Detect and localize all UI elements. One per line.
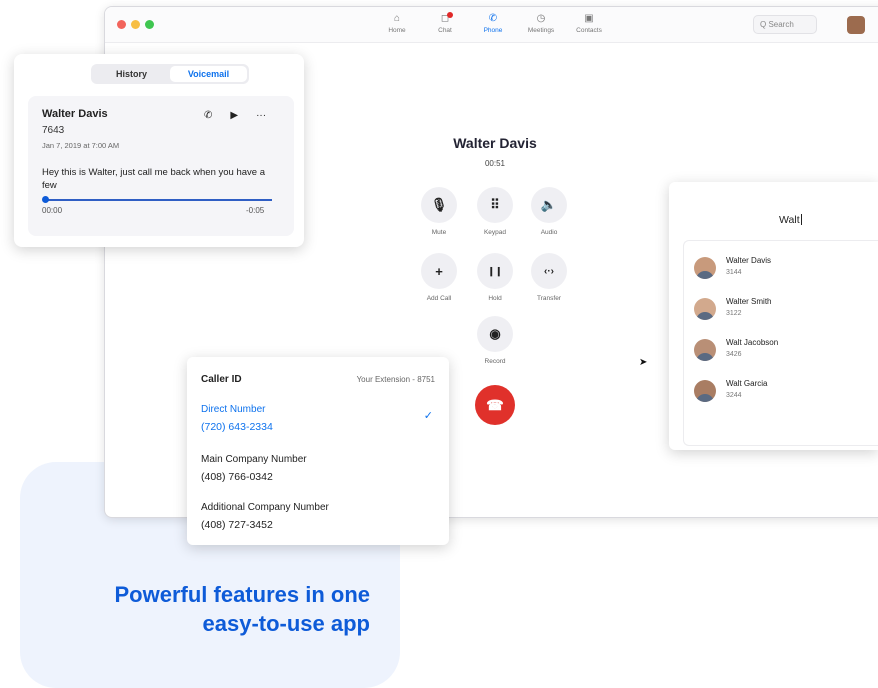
nav-phone-label: Phone bbox=[483, 27, 503, 34]
add-call-button[interactable]: + Add Call bbox=[409, 253, 469, 302]
nav-chat-label: Chat bbox=[438, 27, 452, 34]
nav-phone[interactable]: ✆ Phone bbox=[469, 11, 517, 34]
chat-icon: ◻ bbox=[441, 11, 454, 27]
record-button[interactable]: ◉ Record bbox=[465, 316, 525, 365]
pause-icon: ❙❙ bbox=[477, 253, 513, 289]
search-input[interactable]: Q Search bbox=[753, 15, 817, 34]
microphone-icon: 🎙 bbox=[421, 187, 457, 223]
transfer-icon: ‹·› bbox=[531, 253, 567, 289]
title-bar: ⌂ Home ◻ Chat ✆ Phone ◷ Meetings ▣ Conta… bbox=[105, 7, 878, 43]
audio-button[interactable]: 🔈 Audio bbox=[519, 187, 579, 236]
play-icon[interactable]: ▶ bbox=[230, 110, 238, 121]
caller-id-option-direct[interactable]: Direct Number (720) 643-2334 bbox=[201, 403, 273, 435]
playback-remaining: -0:05 bbox=[246, 206, 265, 215]
tagline: Powerful features in one easy-to-use app bbox=[30, 580, 371, 638]
caller-id-option-number: (720) 643-2334 bbox=[201, 421, 273, 433]
tab-voicemail[interactable]: Voicemail bbox=[170, 66, 247, 82]
caller-id-option-label: Additional Company Number bbox=[201, 502, 329, 513]
contact-name: Walter Smith bbox=[726, 297, 772, 306]
caller-name: Walter Davis bbox=[453, 135, 537, 151]
call-duration: 00:51 bbox=[484, 159, 506, 168]
voicemail-caller-name: Walter Davis bbox=[42, 108, 108, 120]
contact-search-input[interactable]: Walt bbox=[779, 214, 802, 226]
contact-extension: 3426 bbox=[726, 351, 742, 358]
mute-label: Mute bbox=[431, 229, 447, 236]
tagline-line-2: easy-to-use app bbox=[202, 611, 371, 636]
tab-history[interactable]: History bbox=[93, 66, 170, 82]
contact-extension: 3244 bbox=[726, 392, 742, 399]
audio-label: Audio bbox=[540, 229, 558, 236]
transfer-button[interactable]: ‹·› Transfer bbox=[519, 253, 579, 302]
caller-id-title: Caller ID bbox=[201, 374, 242, 385]
voicemail-actions: ✆ ▶ ··· bbox=[204, 110, 266, 121]
playback-elapsed: 00:00 bbox=[42, 206, 63, 215]
hang-up-icon: ☎ bbox=[486, 396, 504, 413]
maximize-window-button[interactable] bbox=[145, 20, 154, 29]
contact-name: Walt Jacobson bbox=[726, 338, 779, 347]
caller-id-option-number: (408) 727-3452 bbox=[201, 519, 273, 531]
home-icon: ⌂ bbox=[393, 13, 401, 24]
keypad-label: Keypad bbox=[483, 229, 507, 236]
check-icon: ✓ bbox=[423, 410, 433, 422]
voicemail-extension: 7643 bbox=[42, 125, 65, 136]
avatar bbox=[694, 298, 716, 320]
phone-icon[interactable]: ✆ bbox=[204, 110, 212, 121]
avatar[interactable] bbox=[847, 16, 865, 34]
contact-extension: 3122 bbox=[726, 310, 742, 317]
avatar bbox=[694, 257, 716, 279]
nav-chat[interactable]: ◻ Chat bbox=[421, 11, 469, 34]
record-label: Record bbox=[484, 358, 506, 365]
voicemail-transcript: Hey this is Walter, just call me back wh… bbox=[42, 167, 265, 191]
contacts-icon: ▣ bbox=[584, 13, 594, 24]
top-navigation: ⌂ Home ◻ Chat ✆ Phone ◷ Meetings ▣ Conta… bbox=[373, 11, 613, 34]
hold-button[interactable]: ❙❙ Hold bbox=[465, 253, 525, 302]
caller-id-option-label: Direct Number bbox=[201, 404, 266, 415]
tagline-line-1: Powerful features in one bbox=[114, 582, 371, 607]
voicemail-entry[interactable]: Walter Davis 7643 Jan 7, 2019 at 7:00 AM… bbox=[28, 96, 294, 236]
voicemail-date: Jan 7, 2019 at 7:00 AM bbox=[42, 141, 120, 150]
caller-id-option-additional[interactable]: Additional Company Number (408) 727-3452 bbox=[201, 501, 329, 533]
playback-progress-bar[interactable] bbox=[44, 199, 272, 201]
speaker-icon: 🔈 bbox=[531, 187, 567, 223]
add-call-label: Add Call bbox=[426, 295, 452, 302]
caller-id-panel: Caller ID Your Extension - 8751 Direct N… bbox=[187, 357, 449, 545]
nav-meetings-label: Meetings bbox=[527, 27, 555, 34]
nav-contacts[interactable]: ▣ Contacts bbox=[565, 11, 613, 34]
nav-contacts-label: Contacts bbox=[576, 27, 602, 34]
nav-home[interactable]: ⌂ Home bbox=[373, 11, 421, 34]
avatar bbox=[694, 339, 716, 361]
keypad-icon: ⠿ bbox=[477, 187, 513, 223]
playback-scrubber[interactable] bbox=[42, 196, 49, 203]
record-icon: ◉ bbox=[477, 316, 513, 352]
your-extension-label: Your Extension - 8751 bbox=[356, 375, 435, 384]
hold-label: Hold bbox=[488, 295, 502, 302]
unread-badge bbox=[447, 12, 454, 18]
contact-name: Walt Garcia bbox=[726, 379, 768, 388]
nav-meetings[interactable]: ◷ Meetings bbox=[517, 11, 565, 34]
keypad-button[interactable]: ⠿ Keypad bbox=[465, 187, 525, 236]
plus-icon: + bbox=[421, 253, 457, 289]
phone-icon: ✆ bbox=[488, 13, 498, 24]
nav-home-label: Home bbox=[388, 27, 406, 34]
more-icon[interactable]: ··· bbox=[256, 110, 266, 121]
caller-id-option-label: Main Company Number bbox=[201, 454, 307, 465]
voicemail-panel: History Voicemail Walter Davis 7643 Jan … bbox=[14, 54, 304, 247]
mute-button[interactable]: 🎙 Mute bbox=[409, 187, 469, 236]
caller-id-option-number: (408) 766-0342 bbox=[201, 471, 273, 483]
clock-icon: ◷ bbox=[536, 13, 546, 24]
end-call-button[interactable]: ☎ bbox=[475, 385, 515, 425]
close-window-button[interactable] bbox=[117, 20, 126, 29]
avatar bbox=[694, 380, 716, 402]
contact-search-panel: Walt Walter Davis 3144 Walter Smith 3122… bbox=[669, 182, 878, 450]
history-voicemail-toggle: History Voicemail bbox=[91, 64, 249, 84]
minimize-window-button[interactable] bbox=[131, 20, 140, 29]
contact-extension: 3144 bbox=[726, 269, 742, 276]
contact-name: Walter Davis bbox=[726, 256, 772, 265]
contact-results-list: Walter Davis 3144 Walter Smith 3122 Walt… bbox=[683, 240, 878, 446]
transfer-label: Transfer bbox=[537, 295, 561, 302]
caller-id-option-main[interactable]: Main Company Number (408) 766-0342 bbox=[201, 453, 307, 485]
mouse-cursor-icon: ➤ bbox=[639, 357, 648, 368]
